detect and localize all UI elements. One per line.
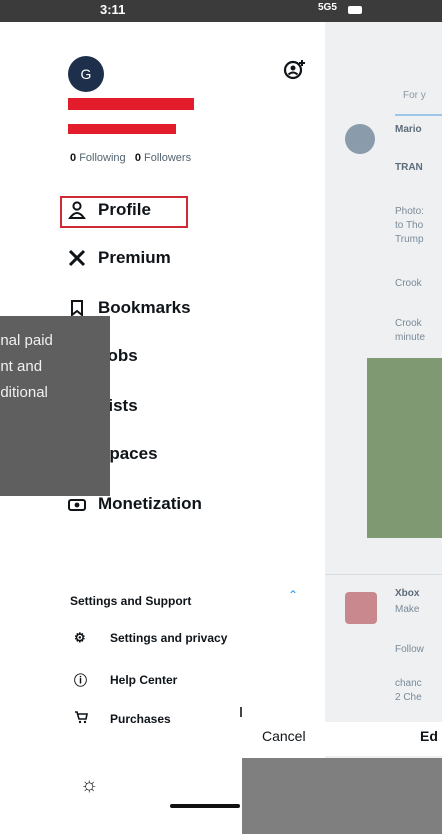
add-account-icon[interactable] (282, 58, 308, 84)
post-photo (367, 358, 442, 538)
post-author: Mario (395, 124, 422, 135)
x-logo-icon (68, 249, 98, 267)
settings-support-header[interactable]: Settings and Support (70, 594, 191, 608)
following-label[interactable]: Following (79, 152, 125, 164)
post-text: Make (395, 604, 420, 615)
settings-item-label: Settings and privacy (110, 631, 228, 645)
bottom-sheet (242, 758, 442, 834)
following-count: 0 (70, 152, 77, 164)
tooltip-overlay: onal paid unt and dditional (0, 316, 110, 496)
chevron-up-icon[interactable]: ⌃ (288, 588, 298, 602)
divider (325, 574, 442, 575)
menu-label: Monetization (98, 494, 202, 513)
status-time: 3:11 (100, 2, 126, 17)
tooltip-line: unt and (0, 358, 43, 375)
avatar (345, 124, 375, 154)
redacted-handle (68, 124, 176, 134)
menu-item-premium[interactable]: Premium (68, 244, 308, 272)
tab-for-you: For y (403, 90, 426, 101)
followers-label[interactable]: Followers (144, 152, 191, 164)
network-indicator: 5G5 (318, 2, 337, 13)
menu-label: Profile (98, 200, 151, 219)
post-text: Follow (395, 644, 424, 655)
avatar-letter: G (80, 66, 92, 82)
help-center-item[interactable]: ⓘ Help Center (74, 670, 177, 689)
avatar[interactable]: G (68, 56, 104, 92)
post-text: Photo: (395, 206, 424, 217)
status-bar: 3:11 5G5 (0, 0, 442, 22)
post-author: Xbox (395, 588, 420, 599)
settings-item-label: Purchases (110, 711, 171, 726)
follow-stats: 0 Following 0 Followers (70, 152, 191, 164)
redacted-display-name (68, 98, 194, 110)
settings-privacy-item[interactable]: ⚙ Settings and privacy (74, 630, 227, 646)
followers-count: 0 (134, 152, 141, 164)
menu-label: Bookmarks (98, 298, 191, 317)
timeline-background: For y Mario TRAN Photo: to Tho Trump Cro… (325, 22, 442, 834)
battery-icon (348, 6, 362, 14)
post-text: TRAN (395, 162, 423, 173)
money-icon (68, 495, 98, 513)
settings-item-label: Help Center (110, 672, 178, 687)
menu-label: Premium (98, 248, 171, 267)
post-text: minute (395, 332, 426, 343)
menu-item-profile[interactable]: Profile (68, 196, 308, 224)
cart-icon (74, 710, 110, 727)
person-icon (68, 201, 98, 219)
gear-icon: ⚙ (74, 630, 86, 645)
edit-button[interactable]: Ed (420, 728, 438, 744)
post-text: Crook (395, 318, 422, 329)
home-indicator (170, 804, 240, 808)
bookmark-icon (68, 299, 98, 317)
tab-indicator (395, 114, 442, 116)
post-text: Trump (395, 234, 424, 245)
tooltip-line: dditional (0, 384, 48, 401)
post-text: Crook (395, 278, 422, 289)
display-theme-icon[interactable]: ☼ (80, 774, 98, 797)
post-text: chanc (395, 678, 422, 689)
tooltip-line: onal paid (0, 332, 53, 349)
post-text: to Tho (395, 220, 424, 231)
help-icon: ⓘ (74, 673, 88, 688)
cursor-mark (240, 707, 242, 717)
purchases-item[interactable]: Purchases (74, 710, 171, 727)
avatar (345, 592, 377, 624)
post-text: 2 Che (395, 692, 422, 703)
cancel-button[interactable]: Cancel (262, 728, 306, 744)
